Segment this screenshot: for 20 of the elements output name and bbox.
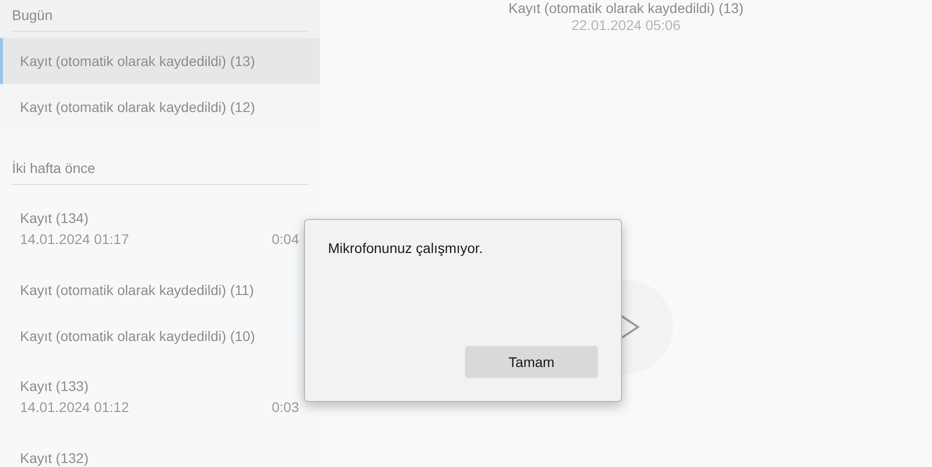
recording-date: 22.01.2024 05:06 bbox=[572, 16, 680, 34]
group-header: İki hafta önce bbox=[11, 159, 96, 178]
recording-date: 14.01.2024 01:17 bbox=[20, 230, 129, 249]
recording-item[interactable]: Kayıt (132) bbox=[0, 435, 320, 467]
dialog-message: Mikrofonunuz çalışmıyor. bbox=[328, 240, 484, 256]
recording-item[interactable]: Kayıt (otomatik olarak kaydedildi) (12) bbox=[0, 84, 320, 130]
group-header: Bugün bbox=[11, 6, 54, 25]
recording-date: 14.01.2024 01:12 bbox=[20, 398, 129, 417]
recording-title: Kayıt (132) bbox=[20, 449, 90, 467]
recording-item[interactable]: Kayıt (otomatik olarak kaydedildi) (13) bbox=[0, 38, 320, 84]
recording-title: Kayıt (otomatik olarak kaydedildi) (13) bbox=[508, 0, 744, 16]
ok-button[interactable]: Tamam bbox=[465, 346, 598, 378]
recording-title: Kayıt (133) bbox=[20, 377, 90, 396]
recording-title: Kayıt (otomatik olarak kaydedildi) (10) bbox=[20, 327, 256, 346]
recording-duration: 0:04 bbox=[272, 230, 299, 249]
recording-duration: 0:03 bbox=[272, 398, 299, 417]
recording-title: Kayıt (otomatik olarak kaydedildi) (13) bbox=[20, 52, 256, 71]
recording-title: Kayıt (otomatik olarak kaydedildi) (11) bbox=[20, 281, 255, 300]
recording-title: Kayıt (otomatik olarak kaydedildi) (12) bbox=[20, 98, 256, 117]
recording-title: Kayıt (134) bbox=[20, 209, 90, 228]
